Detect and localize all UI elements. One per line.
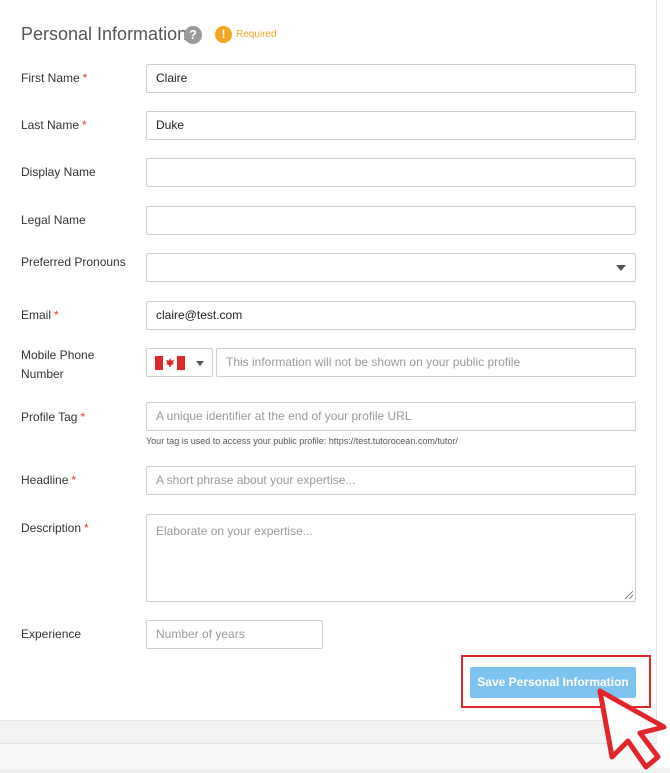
country-code-select[interactable] bbox=[146, 348, 213, 377]
display-name-input[interactable] bbox=[146, 158, 636, 187]
preferred-pronouns-select[interactable] bbox=[146, 253, 636, 282]
headline-label: Headline * bbox=[21, 473, 77, 487]
required-star: * bbox=[54, 308, 59, 322]
description-label: Description * bbox=[21, 521, 89, 535]
required-star: * bbox=[84, 521, 89, 535]
pointer-cursor-icon bbox=[597, 688, 667, 770]
profile-tag-label: Profile Tag * bbox=[21, 410, 86, 424]
first-name-label: First Name * bbox=[21, 71, 88, 85]
legal-name-input[interactable] bbox=[146, 206, 636, 235]
last-name-label: Last Name * bbox=[21, 118, 87, 132]
required-star: * bbox=[80, 410, 86, 424]
scrollbar[interactable] bbox=[657, 0, 670, 768]
required-star: * bbox=[82, 71, 88, 85]
required-icon: ! bbox=[215, 26, 232, 43]
profile-tag-hint: Your tag is used to access your public p… bbox=[146, 436, 458, 446]
experience-label: Experience bbox=[21, 627, 82, 641]
mobile-phone-input[interactable]: This information will not be shown on yo… bbox=[216, 348, 636, 377]
headline-input[interactable]: A short phrase about your expertise... bbox=[146, 466, 636, 495]
chevron-down-icon bbox=[616, 265, 626, 271]
required-legend: Required bbox=[236, 29, 277, 40]
section-title: Personal Information bbox=[21, 24, 188, 44]
last-name-input[interactable]: Duke bbox=[146, 111, 636, 140]
personal-information-card: Personal Information ? ! Required First … bbox=[0, 0, 657, 720]
required-star: * bbox=[71, 473, 77, 487]
description-textarea[interactable]: Elaborate on your expertise... bbox=[146, 514, 636, 602]
required-star: * bbox=[82, 118, 87, 132]
canada-flag-icon bbox=[155, 356, 185, 370]
email-input[interactable]: claire@test.com bbox=[146, 301, 636, 330]
legal-name-label: Legal Name bbox=[21, 213, 86, 227]
resize-handle-icon[interactable] bbox=[625, 591, 633, 599]
email-label: Email * bbox=[21, 308, 59, 322]
experience-input[interactable]: Number of years bbox=[146, 620, 323, 649]
preferred-pronouns-label: Preferred Pronouns bbox=[21, 255, 126, 269]
mobile-phone-label: Mobile Phone Number bbox=[21, 348, 95, 381]
chevron-down-icon bbox=[196, 361, 204, 366]
description-placeholder: Elaborate on your expertise... bbox=[156, 524, 313, 538]
help-icon[interactable]: ? bbox=[184, 26, 202, 44]
bottom-panel bbox=[0, 720, 657, 769]
first-name-input[interactable]: Claire bbox=[146, 64, 636, 93]
display-name-label: Display Name bbox=[21, 165, 96, 179]
profile-tag-input[interactable]: A unique identifier at the end of your p… bbox=[146, 402, 636, 431]
